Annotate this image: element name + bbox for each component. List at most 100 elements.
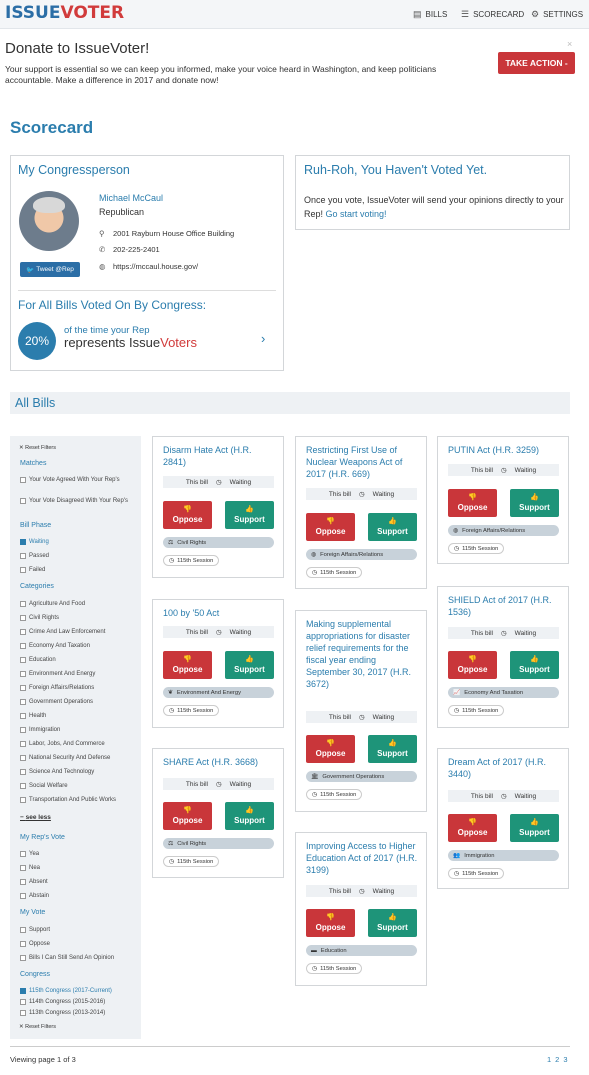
checkbox[interactable]: [20, 601, 26, 607]
support-button[interactable]: 👍 Support: [225, 651, 274, 679]
checkbox[interactable]: [20, 699, 26, 705]
see-less-link[interactable]: − see less: [20, 814, 51, 821]
oppose-button[interactable]: 👎 Oppose: [448, 651, 497, 679]
rep-phone[interactable]: ✆ 202-225-2401: [99, 245, 160, 254]
filter-option[interactable]: Environment And Energy: [20, 670, 138, 678]
filter-option[interactable]: 113th Congress (2013-2014): [20, 1009, 138, 1017]
category-badge[interactable]: 📈 Economy And Taxation: [448, 687, 559, 698]
checkbox[interactable]: [20, 713, 26, 719]
checkbox[interactable]: [20, 851, 26, 857]
filter-option[interactable]: Your Vote Disagreed With Your Rep's: [20, 497, 138, 505]
bill-title[interactable]: Making supplemental appropriations for d…: [306, 618, 418, 690]
oppose-button[interactable]: 👎 Oppose: [306, 735, 355, 763]
checkbox[interactable]: [20, 1010, 26, 1016]
checkbox[interactable]: [20, 941, 26, 947]
oppose-button[interactable]: 👎 Oppose: [448, 489, 497, 517]
filter-option[interactable]: Abstain: [20, 892, 138, 900]
filter-option[interactable]: Social Welfare: [20, 782, 138, 790]
support-button[interactable]: 👍 Support: [510, 651, 559, 679]
checkbox[interactable]: [20, 727, 26, 733]
checkbox[interactable]: [20, 999, 26, 1005]
checkbox[interactable]: [20, 539, 26, 545]
filter-option[interactable]: Passed: [20, 552, 138, 560]
checkbox[interactable]: [20, 685, 26, 691]
bill-title[interactable]: Dream Act of 2017 (H.R. 3440): [448, 756, 560, 780]
nav-settings[interactable]: ⚙ SETTINGS: [531, 9, 583, 20]
rep-website[interactable]: ◍ https://mccaul.house.gov/: [99, 262, 198, 271]
filter-option[interactable]: Crime And Law Enforcement: [20, 628, 138, 636]
oppose-button[interactable]: 👎 Oppose: [306, 513, 355, 541]
bill-title[interactable]: Improving Access to Higher Education Act…: [306, 840, 418, 876]
checkbox[interactable]: [20, 741, 26, 747]
checkbox[interactable]: [20, 797, 26, 803]
oppose-button[interactable]: 👎 Oppose: [163, 501, 212, 529]
reset-filters-bottom[interactable]: ✕ Reset Filters: [19, 1024, 56, 1030]
category-badge[interactable]: ◍ Foreign Affairs/Relations: [306, 549, 417, 560]
filter-option[interactable]: Government Operations: [20, 698, 138, 706]
filter-option[interactable]: Transportation And Public Works: [20, 796, 120, 804]
oppose-button[interactable]: 👎 Oppose: [306, 909, 355, 937]
filter-option[interactable]: Absent: [20, 878, 138, 886]
category-badge[interactable]: 👥 Immigration: [448, 850, 559, 861]
filter-option[interactable]: Your Vote Agreed With Your Rep's: [20, 476, 138, 484]
filter-option[interactable]: Bills I Can Still Send An Opinion: [20, 954, 138, 962]
filter-option[interactable]: Failed: [20, 566, 138, 574]
support-button[interactable]: 👍 Support: [368, 735, 417, 763]
bill-card[interactable]: SHIELD Act of 2017 (H.R. 1536) This bill…: [437, 586, 569, 728]
filter-option[interactable]: Economy And Taxation: [20, 642, 138, 650]
filter-option[interactable]: National Security And Defense: [20, 754, 138, 762]
filter-option[interactable]: Yea: [20, 850, 138, 858]
checkbox[interactable]: [20, 988, 26, 994]
bill-title[interactable]: PUTIN Act (H.R. 3259): [448, 444, 560, 456]
bill-card[interactable]: Making supplemental appropriations for d…: [295, 610, 427, 812]
bill-card[interactable]: SHARE Act (H.R. 3668) This bill ◷ Waiting …: [152, 748, 284, 878]
oppose-button[interactable]: 👎 Oppose: [163, 802, 212, 830]
checkbox[interactable]: [20, 755, 26, 761]
checkbox[interactable]: [20, 783, 26, 789]
nav-scorecard[interactable]: ☰ SCORECARD: [461, 9, 524, 20]
nav-bills[interactable]: ▤ BILLS: [413, 9, 447, 20]
tweet-rep-button[interactable]: 🐦 Tweet @Rep: [20, 262, 80, 277]
checkbox[interactable]: [20, 553, 26, 559]
filter-option[interactable]: 114th Congress (2015-2016): [20, 998, 138, 1006]
checkbox[interactable]: [20, 865, 26, 871]
page-link[interactable]: 1: [547, 1055, 551, 1064]
filter-option[interactable]: Waiting: [20, 538, 138, 546]
support-button[interactable]: 👍 Support: [368, 513, 417, 541]
reset-filters-top[interactable]: ✕ Reset Filters: [19, 445, 56, 451]
category-badge[interactable]: ▬ Education: [306, 945, 417, 956]
chevron-right-icon[interactable]: ›: [261, 331, 265, 346]
bill-title[interactable]: Disarm Hate Act (H.R. 2841): [163, 444, 275, 468]
filter-option[interactable]: Immigration: [20, 726, 138, 734]
oppose-button[interactable]: 👎 Oppose: [448, 814, 497, 842]
filter-option[interactable]: Science And Technology: [20, 768, 138, 776]
category-badge[interactable]: ⚖ Civil Rights: [163, 838, 274, 849]
start-voting-link[interactable]: Go start voting!: [326, 209, 387, 219]
checkbox[interactable]: [20, 657, 26, 663]
support-button[interactable]: 👍 Support: [368, 909, 417, 937]
filter-option[interactable]: 115th Congress (2017-Current): [20, 987, 138, 995]
filter-option[interactable]: Nea: [20, 864, 138, 872]
checkbox[interactable]: [20, 615, 26, 621]
checkbox[interactable]: [20, 927, 26, 933]
checkbox[interactable]: [20, 477, 26, 483]
close-icon[interactable]: ×: [567, 39, 572, 49]
checkbox[interactable]: [20, 671, 26, 677]
bill-card[interactable]: Restricting First Use of Nuclear Weapons…: [295, 436, 427, 589]
page-link[interactable]: 2: [555, 1055, 559, 1064]
checkbox[interactable]: [20, 955, 26, 961]
checkbox[interactable]: [20, 567, 26, 573]
rep-name[interactable]: Michael McCaul: [99, 193, 163, 203]
page-link[interactable]: 3: [563, 1055, 567, 1064]
checkbox[interactable]: [20, 498, 26, 504]
bill-title[interactable]: SHIELD Act of 2017 (H.R. 1536): [448, 594, 560, 618]
checkbox[interactable]: [20, 893, 26, 899]
filter-option[interactable]: Education: [20, 656, 138, 664]
checkbox[interactable]: [20, 629, 26, 635]
checkbox[interactable]: [20, 879, 26, 885]
bill-card[interactable]: Improving Access to Higher Education Act…: [295, 832, 427, 986]
bill-title[interactable]: Restricting First Use of Nuclear Weapons…: [306, 444, 418, 480]
support-button[interactable]: 👍 Support: [510, 814, 559, 842]
filter-option[interactable]: Civil Rights: [20, 614, 138, 622]
bill-title[interactable]: SHARE Act (H.R. 3668): [163, 756, 275, 768]
